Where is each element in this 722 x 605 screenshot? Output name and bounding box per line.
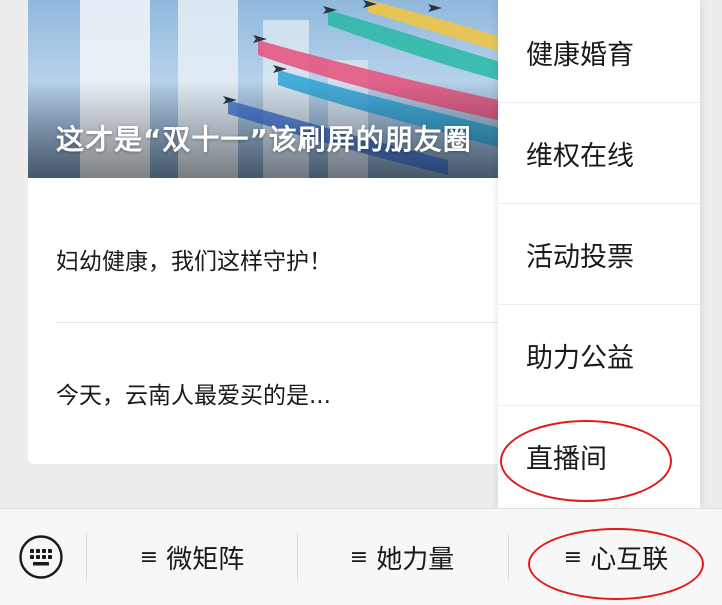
bottom-menu-bar: ≡ 微矩阵 ≡ 她力量 ≡ 心互联 bbox=[0, 508, 722, 605]
menu-tab-matrix[interactable]: ≡ 微矩阵 bbox=[88, 509, 296, 605]
submenu-item-health[interactable]: 健康婚育 bbox=[498, 2, 700, 103]
menu-tab-her-power[interactable]: ≡ 她力量 bbox=[298, 509, 506, 605]
divider bbox=[86, 533, 87, 581]
article-title: 今天，云南人最爱买的是... bbox=[56, 383, 331, 409]
divider bbox=[508, 533, 509, 581]
menu-lines-icon: ≡ bbox=[139, 545, 159, 570]
submenu-item-vote[interactable]: 活动投票 bbox=[498, 204, 700, 305]
submenu-item-live[interactable]: 直播间 bbox=[498, 406, 700, 507]
submenu-item-rights[interactable]: 维权在线 bbox=[498, 103, 700, 204]
menu-tab-label: 微矩阵 bbox=[166, 545, 245, 575]
banner-caption: 这才是“双十一”该刷屏的朋友圈 bbox=[56, 123, 472, 156]
wechat-official-account-screen: 这才是“双十一”该刷屏的朋友圈 妇幼健康，我们这样守护！ 今天，云南人最爱买的是… bbox=[0, 0, 722, 605]
menu-tab-label: 心互联 bbox=[590, 545, 669, 575]
menu-lines-icon: ≡ bbox=[349, 545, 369, 570]
keyboard-icon[interactable] bbox=[18, 534, 64, 580]
menu-lines-icon: ≡ bbox=[563, 545, 583, 570]
article-title: 妇幼健康，我们这样守护！ bbox=[56, 249, 332, 275]
menu-tab-label: 她力量 bbox=[376, 545, 455, 575]
submenu-item-charity[interactable]: 助力公益 bbox=[498, 305, 700, 406]
submenu-popup: 健康婚育 维权在线 活动投票 助力公益 直播间 bbox=[498, 0, 700, 508]
menu-tab-heart-connect[interactable]: ≡ 心互联 bbox=[510, 509, 722, 605]
